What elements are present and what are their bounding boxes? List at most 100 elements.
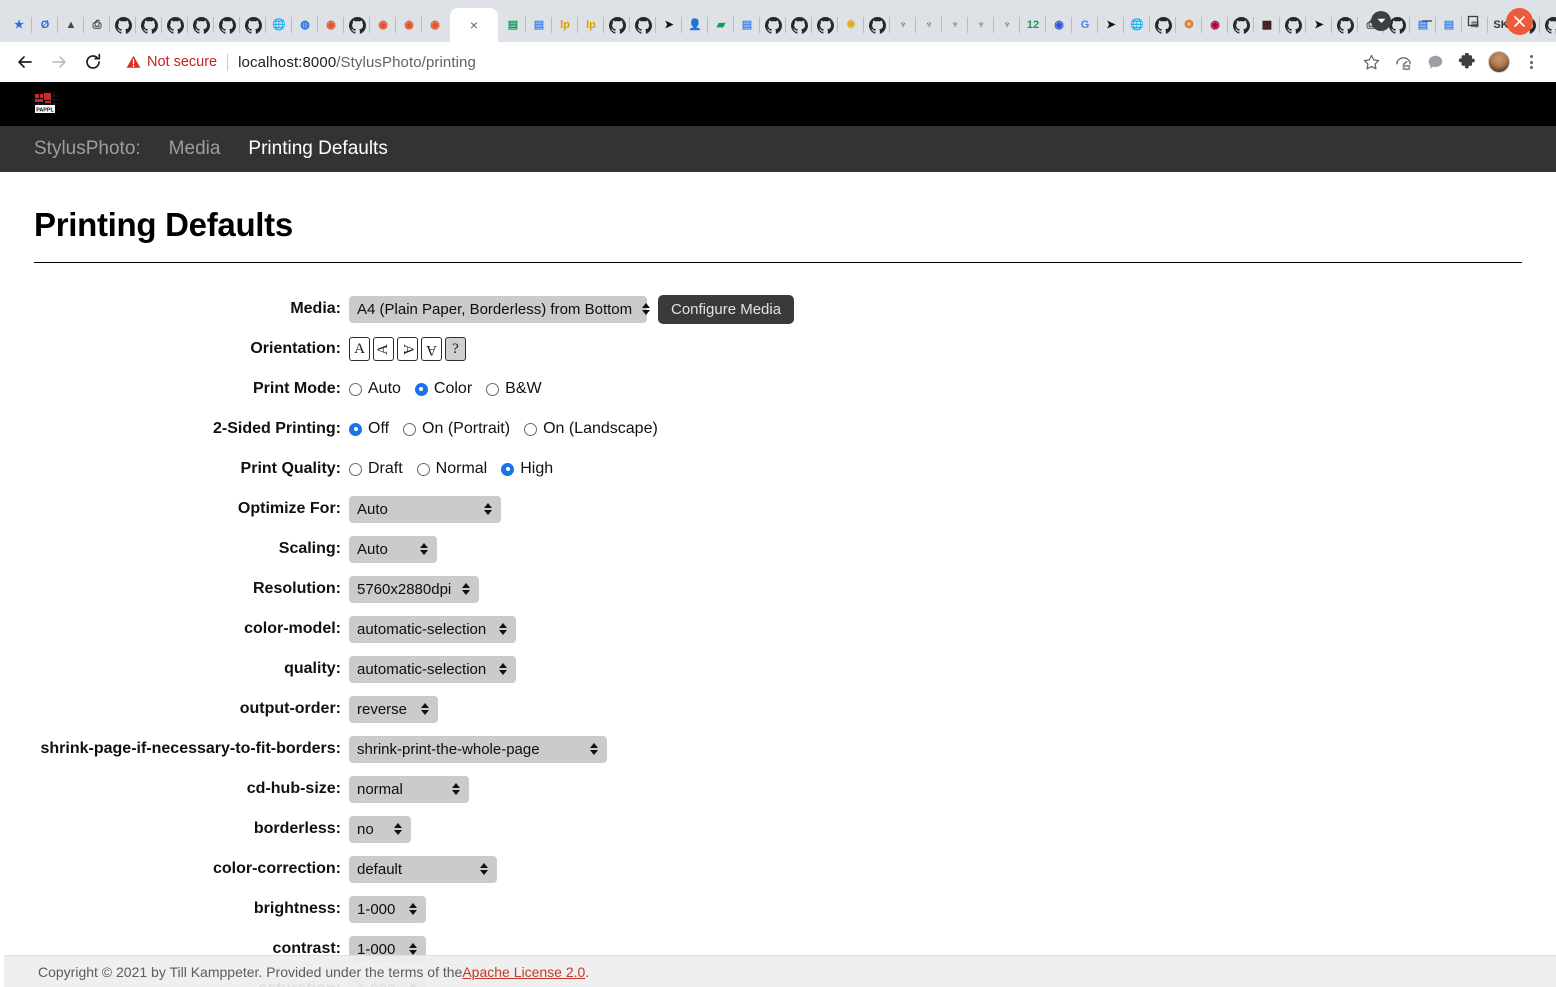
- brightness-select[interactable]: 1-000: [349, 895, 426, 923]
- pinned-tab[interactable]: lp: [552, 8, 578, 42]
- pinned-tab[interactable]: ▤: [500, 8, 526, 42]
- pinned-tab[interactable]: [162, 8, 188, 42]
- tab-search-button[interactable]: [1358, 0, 1404, 42]
- pinned-tab[interactable]: ▰: [708, 8, 734, 42]
- pinned-tab[interactable]: ◉: [1202, 8, 1228, 42]
- close-icon[interactable]: ×: [466, 17, 482, 33]
- pinned-tab[interactable]: Ø: [32, 8, 58, 42]
- configure-media-button[interactable]: Configure Media: [658, 294, 795, 324]
- pinned-tab[interactable]: [760, 8, 786, 42]
- pinned-tab[interactable]: ▤: [734, 8, 760, 42]
- two-sided-radio[interactable]: [349, 422, 362, 436]
- pinned-tab[interactable]: ◉: [370, 8, 396, 42]
- back-button[interactable]: [8, 45, 42, 79]
- print-quality-radio[interactable]: [416, 462, 430, 476]
- navbar-item-printing-defaults[interactable]: Printing Defaults: [248, 138, 401, 160]
- pinned-tab[interactable]: ♆: [890, 8, 916, 42]
- pinned-tab[interactable]: [240, 8, 266, 42]
- pinned-tab[interactable]: [1150, 8, 1176, 42]
- orientation-auto[interactable]: ?: [445, 337, 466, 361]
- pinned-tab[interactable]: ▤: [526, 8, 552, 42]
- pinned-tab[interactable]: 🌐: [1124, 8, 1150, 42]
- pinned-tab[interactable]: ➤: [1098, 8, 1124, 42]
- pinned-tab[interactable]: ◉: [1046, 8, 1072, 42]
- pinned-tab[interactable]: ❂: [1176, 8, 1202, 42]
- two-sided-radio[interactable]: [403, 422, 417, 436]
- orientation-reverse-portrait[interactable]: A: [421, 337, 442, 361]
- reload-button[interactable]: [76, 45, 110, 79]
- pinned-tab[interactable]: [864, 8, 890, 42]
- orientation-landscape[interactable]: A: [373, 337, 394, 361]
- pinned-tab[interactable]: ★: [6, 8, 32, 42]
- pinned-tab[interactable]: [1332, 8, 1358, 42]
- shrink-page-if-necessary-to-fit-borders-select[interactable]: shrink-print-the-whole-page: [349, 735, 607, 763]
- two-sided-option[interactable]: On (Landscape): [524, 420, 658, 438]
- print-quality-radio[interactable]: [349, 462, 362, 476]
- pinned-tab[interactable]: ◉: [422, 8, 448, 42]
- pinned-tab[interactable]: ♆: [942, 8, 968, 42]
- pinned-tab[interactable]: lp: [578, 8, 604, 42]
- pinned-tab[interactable]: ◉: [318, 8, 344, 42]
- pinned-tab[interactable]: ▲: [58, 8, 84, 42]
- pinned-tab[interactable]: ♆: [994, 8, 1020, 42]
- pinned-tab[interactable]: ◍: [292, 8, 318, 42]
- pinned-tab[interactable]: ➤: [656, 8, 682, 42]
- pinned-tab[interactable]: 🌐: [266, 8, 292, 42]
- color-correction-select[interactable]: default: [349, 855, 497, 883]
- two-sided-option[interactable]: Off: [349, 420, 389, 438]
- cd-hub-size-select[interactable]: normal: [349, 775, 469, 803]
- pinned-tab[interactable]: ♆: [916, 8, 942, 42]
- extensions-puzzle-icon[interactable]: [1452, 47, 1482, 77]
- pinned-tab[interactable]: ❋: [838, 8, 864, 42]
- color-model-select[interactable]: automatic-selection: [349, 615, 516, 643]
- orientation-portrait[interactable]: A: [349, 337, 370, 361]
- print-mode-option[interactable]: Color: [414, 380, 472, 398]
- quality-select[interactable]: automatic-selection: [349, 655, 516, 683]
- print-mode-radio[interactable]: [414, 382, 428, 396]
- pinned-tab[interactable]: [214, 8, 240, 42]
- pinned-tab[interactable]: [110, 8, 136, 42]
- pinned-tab[interactable]: G: [1072, 8, 1098, 42]
- pinned-tab[interactable]: [344, 8, 370, 42]
- pappl-logo[interactable]: PAPPL: [34, 92, 60, 116]
- pinned-tab[interactable]: 👤: [682, 8, 708, 42]
- pinned-tab[interactable]: [786, 8, 812, 42]
- pinned-tab[interactable]: 12: [1020, 8, 1046, 42]
- pinned-tab[interactable]: ♆: [968, 8, 994, 42]
- browser-menu-button[interactable]: [1516, 47, 1546, 77]
- maximize-button[interactable]: [1450, 0, 1496, 42]
- forward-button[interactable]: [42, 45, 76, 79]
- print-mode-option[interactable]: Auto: [349, 380, 401, 398]
- speedometer-extension-icon[interactable]: [1388, 47, 1418, 77]
- pinned-tab[interactable]: ⎙: [84, 8, 110, 42]
- pinned-tab[interactable]: [136, 8, 162, 42]
- print-mode-radio[interactable]: [349, 382, 362, 396]
- pinned-tab[interactable]: ➤: [1306, 8, 1332, 42]
- pinned-tab[interactable]: [1228, 8, 1254, 42]
- pinned-tab[interactable]: [630, 8, 656, 42]
- print-mode-radio[interactable]: [486, 382, 500, 396]
- print-mode-option[interactable]: B&W: [486, 380, 542, 398]
- pinned-tab[interactable]: [604, 8, 630, 42]
- navbar-item-media[interactable]: Media: [169, 138, 235, 160]
- resolution-select[interactable]: 5760x2880dpi: [349, 575, 479, 603]
- two-sided-option[interactable]: On (Portrait): [403, 420, 510, 438]
- apache-license-link[interactable]: Apache License 2.0: [462, 964, 585, 980]
- bookmark-star-icon[interactable]: [1356, 47, 1386, 77]
- minimize-button[interactable]: [1404, 0, 1450, 42]
- pinned-tab[interactable]: ▩: [1254, 8, 1280, 42]
- print-quality-option[interactable]: Draft: [349, 460, 403, 478]
- scaling-select[interactable]: Auto: [349, 535, 437, 563]
- orientation-reverse-landscape[interactable]: A: [397, 337, 418, 361]
- print-quality-radio[interactable]: [501, 462, 515, 476]
- two-sided-radio[interactable]: [524, 422, 538, 436]
- media-select[interactable]: A4 (Plain Paper, Borderless) from Bottom: [349, 295, 651, 323]
- navbar-brand[interactable]: StylusPhoto:: [34, 138, 155, 160]
- print-quality-option[interactable]: Normal: [416, 460, 487, 478]
- profile-avatar[interactable]: [1484, 47, 1514, 77]
- comment-bubble-icon[interactable]: [1420, 47, 1450, 77]
- window-close-button[interactable]: [1496, 0, 1542, 42]
- borderless-select[interactable]: no: [349, 815, 411, 843]
- pinned-tab[interactable]: [812, 8, 838, 42]
- print-quality-option[interactable]: High: [501, 460, 553, 478]
